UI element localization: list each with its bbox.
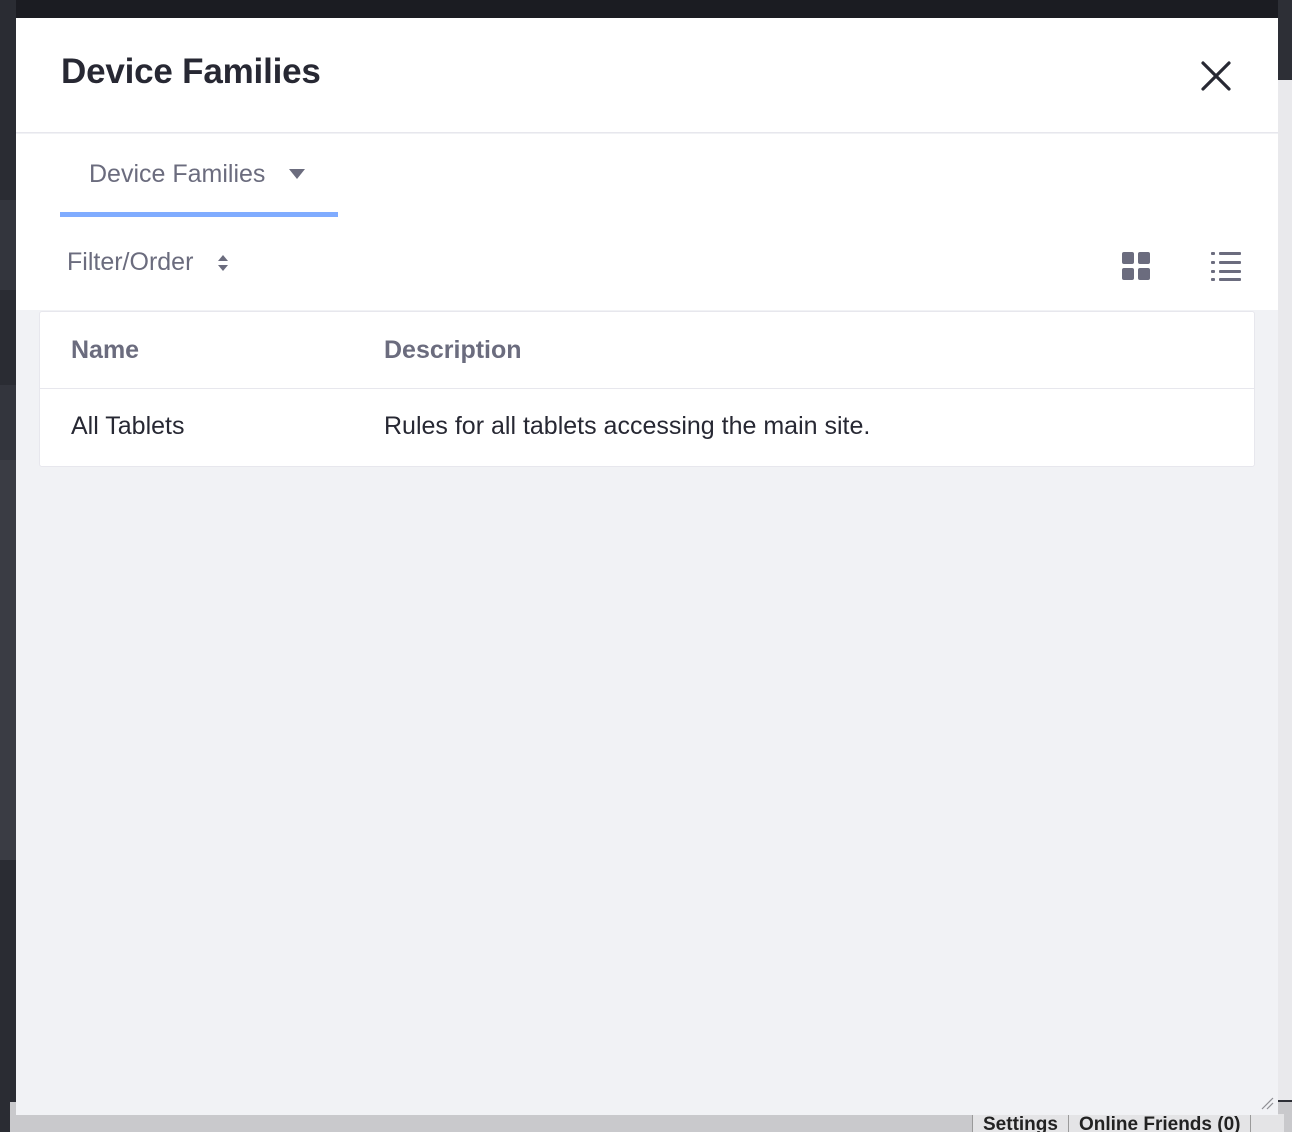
caret-down-icon bbox=[289, 169, 305, 179]
navigation-bar: Device Families bbox=[16, 134, 1278, 220]
cards-view-button[interactable] bbox=[1120, 250, 1152, 282]
background-page-left bbox=[0, 0, 16, 1132]
background-band bbox=[0, 385, 16, 460]
cell-description: Rules for all tablets accessing the main… bbox=[384, 412, 871, 440]
dock-bar: Settings Online Friends (0) bbox=[972, 1114, 1284, 1132]
background-band bbox=[0, 460, 16, 860]
cards-view-icon bbox=[1122, 252, 1150, 280]
management-toolbar: Filter/Order bbox=[16, 220, 1278, 310]
table-header-row: Name Description bbox=[40, 312, 1254, 389]
background-page-surface bbox=[1278, 80, 1292, 1100]
tab-label: Device Families bbox=[89, 160, 266, 188]
cell-name[interactable]: All Tablets bbox=[71, 412, 185, 441]
device-families-modal: Device Families Device Families Filter/O… bbox=[16, 18, 1278, 1115]
table-row[interactable]: All Tablets Rules for all tablets access… bbox=[40, 390, 1254, 466]
filter-order-button[interactable]: Filter/Order bbox=[60, 244, 240, 284]
column-header-description[interactable]: Description bbox=[384, 336, 522, 365]
close-icon bbox=[1201, 61, 1231, 91]
device-families-table: Name Description All Tablets Rules for a… bbox=[39, 311, 1255, 467]
active-tab-indicator bbox=[60, 212, 338, 217]
dock-settings[interactable]: Settings bbox=[973, 1114, 1069, 1132]
close-button[interactable] bbox=[1194, 54, 1238, 98]
dock-online-friends[interactable]: Online Friends (0) bbox=[1069, 1114, 1252, 1132]
modal-header: Device Families bbox=[16, 18, 1278, 133]
filter-order-label: Filter/Order bbox=[67, 248, 194, 276]
column-header-name[interactable]: Name bbox=[71, 336, 139, 365]
modal-title: Device Families bbox=[61, 52, 321, 91]
tab-device-families[interactable]: Device Families bbox=[60, 134, 338, 218]
background-page-right bbox=[1278, 0, 1292, 1132]
list-view-button[interactable] bbox=[1210, 250, 1242, 282]
resize-grip-icon[interactable] bbox=[1260, 1096, 1274, 1110]
background-band bbox=[0, 200, 16, 290]
sort-icon bbox=[218, 255, 228, 271]
list-view-icon bbox=[1211, 252, 1241, 281]
